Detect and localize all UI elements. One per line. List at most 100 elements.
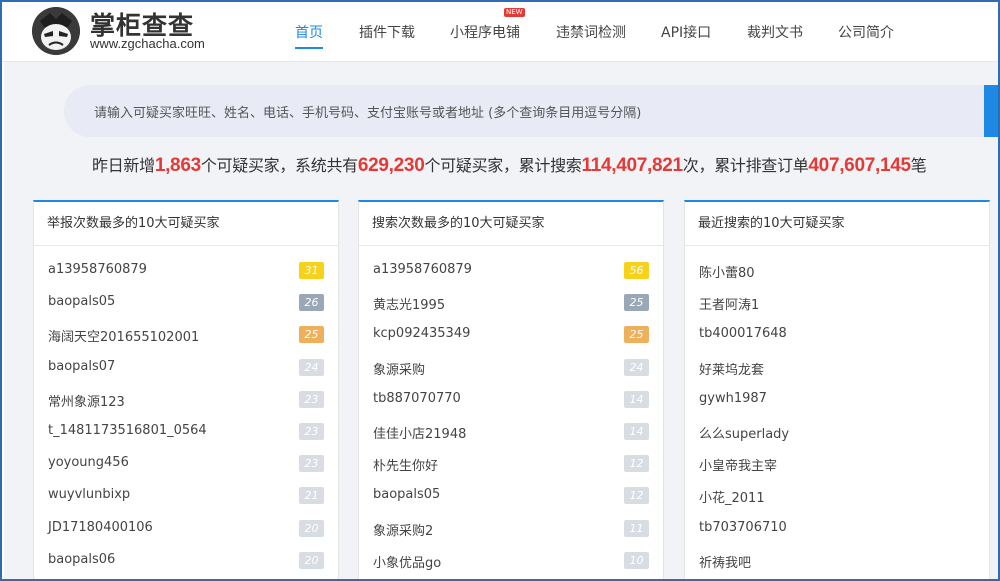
stats-total-searches: 114,407,821 <box>581 155 683 176</box>
list-item[interactable]: 象源采购2 11 <box>373 518 649 539</box>
nav-item-mini-program-shop[interactable]: 小程序电铺 NEW <box>450 8 525 42</box>
list-item[interactable]: gywh1987 <box>699 389 975 409</box>
buyer-name[interactable]: 海阔天空201655102001 <box>48 326 199 345</box>
panel-title: 举报次数最多的10大可疑买家 <box>34 202 338 246</box>
buyer-name[interactable]: baopals05 <box>373 487 440 502</box>
nav-item-home[interactable]: 首页 <box>295 22 323 49</box>
nav-item-banned-words[interactable]: 违禁词检测 <box>556 22 626 42</box>
brand-url: www.zgchacha.com <box>90 36 205 51</box>
count-badge: 12 <box>624 487 649 505</box>
buyer-name[interactable]: 象源采购 <box>373 359 425 378</box>
nav-item-label: API接口 <box>661 25 712 41</box>
buyer-name[interactable]: 黄志光1995 <box>373 294 445 313</box>
nav-item-plugin-download[interactable]: 插件下载 <box>359 22 415 42</box>
buyer-name[interactable]: 佳佳小店21948 <box>373 423 466 442</box>
list-item[interactable]: 么么superlady <box>699 421 975 442</box>
list-item[interactable]: 小花_2011 <box>699 485 975 506</box>
list-item[interactable]: baopals05 12 <box>373 485 649 505</box>
list-item[interactable]: yoyoung456 23 <box>48 453 324 473</box>
count-badge: 14 <box>624 423 649 440</box>
count-badge: 12 <box>624 455 649 473</box>
buyer-name[interactable]: 祈祷我吧 <box>699 552 751 571</box>
stats-summary: 昨日新增1,863个可疑买家，系统共有629,230个可疑买家，累计搜索114,… <box>92 152 927 177</box>
stats-text: 个可疑买家，系统共有 <box>200 156 358 175</box>
panel-title: 搜索次数最多的10大可疑买家 <box>359 202 663 246</box>
buyer-name[interactable]: 小皇帝我主宰 <box>699 455 777 474</box>
buyer-name[interactable]: t_1481173516801_0564 <box>48 423 207 438</box>
buyer-name[interactable]: tb703706710 <box>699 520 787 535</box>
list-item[interactable]: tb703706710 <box>699 518 975 538</box>
buyer-name[interactable]: wuyvlunbixp <box>48 487 130 502</box>
list-item[interactable]: 常州象源123 23 <box>48 389 324 410</box>
list-item[interactable]: 象源采购 24 <box>373 357 649 378</box>
list-item[interactable]: 王者阿涛1 <box>699 292 975 313</box>
count-badge: 21 <box>299 487 324 505</box>
count-badge: 23 <box>299 455 324 473</box>
stats-total-orders: 407,607,145 <box>808 155 911 176</box>
list-item[interactable]: baopals05 26 <box>48 292 324 312</box>
buyer-name[interactable]: tb400017648 <box>699 326 787 341</box>
buyer-name[interactable]: 小象优品go <box>373 552 441 571</box>
list-item[interactable]: JD17180400106 20 <box>48 518 324 538</box>
list-item[interactable]: baopals07 24 <box>48 357 324 377</box>
buyer-name[interactable]: baopals05 <box>48 294 115 309</box>
count-badge: 24 <box>624 358 649 376</box>
panel-title: 最近搜索的10大可疑买家 <box>685 202 989 246</box>
buyer-name[interactable]: yoyoung456 <box>48 455 129 470</box>
list-item[interactable]: 佳佳小店21948 14 <box>373 421 649 442</box>
list-item[interactable]: a13958760879 56 <box>373 260 649 280</box>
buyer-name[interactable]: 朴先生你好 <box>373 455 438 474</box>
stats-text: 个可疑买家，累计搜索 <box>424 156 582 175</box>
buyer-name[interactable]: a13958760879 <box>48 262 147 277</box>
nav-item-api[interactable]: API接口 <box>661 22 711 42</box>
list-item[interactable]: t_1481173516801_0564 23 <box>48 421 324 441</box>
buyer-name[interactable]: gywh1987 <box>699 391 767 406</box>
buyer-name[interactable]: 陈小蕾80 <box>699 262 755 281</box>
list-item[interactable]: 陈小蕾80 <box>699 260 975 281</box>
list-item[interactable]: 黄志光1995 25 <box>373 292 649 313</box>
buyer-name[interactable]: baopals06 <box>48 552 115 567</box>
count-badge: 31 <box>299 262 324 279</box>
buyer-name[interactable]: kcp092435349 <box>373 326 470 341</box>
list-item[interactable]: 海阔天空201655102001 25 <box>48 324 324 345</box>
nav-item-label: 小程序电铺 <box>450 25 520 41</box>
count-badge: 20 <box>299 519 324 537</box>
buyer-name[interactable]: baopals07 <box>48 359 115 374</box>
nav-item-company-intro[interactable]: 公司简介 <box>838 22 894 42</box>
count-badge: 25 <box>624 294 649 312</box>
count-badge: 24 <box>299 358 324 376</box>
list-item[interactable]: a13958760879 31 <box>48 260 324 280</box>
buyer-name[interactable]: 么么superlady <box>699 423 789 442</box>
buyer-name[interactable]: a13958760879 <box>373 262 472 277</box>
stats-text: 笔 <box>910 156 927 175</box>
list-item[interactable]: tb400017648 <box>699 324 975 344</box>
nav-active-indicator <box>295 47 323 49</box>
list-item[interactable]: 朴先生你好 12 <box>373 453 649 474</box>
buyer-name[interactable]: 常州象源123 <box>48 391 125 410</box>
mascot-face-icon[interactable] <box>32 7 80 55</box>
search-input[interactable]: 请输入可疑买家旺旺、姓名、电话、手机号码、支付宝账号或者地址 (多个查询条目用逗… <box>64 85 998 137</box>
buyer-name[interactable]: 好莱坞龙套 <box>699 359 764 378</box>
list-item[interactable]: wuyvlunbixp 21 <box>48 485 324 505</box>
nav-item-label: 裁判文书 <box>747 25 803 41</box>
stats-text: 昨日新增 <box>92 156 155 175</box>
list-item[interactable]: 祈祷我吧 <box>699 550 975 571</box>
list-item[interactable]: 小皇帝我主宰 <box>699 453 975 474</box>
list-item[interactable]: tb887070770 14 <box>373 389 649 409</box>
buyer-name[interactable]: tb887070770 <box>373 391 461 406</box>
count-badge: 26 <box>299 294 324 312</box>
count-badge: 20 <box>299 551 324 569</box>
buyer-name[interactable]: JD17180400106 <box>48 520 153 535</box>
buyer-name[interactable]: 王者阿涛1 <box>699 294 759 313</box>
search-button[interactable] <box>984 85 998 137</box>
nav-item-label: 违禁词检测 <box>556 25 626 41</box>
list-item[interactable]: kcp092435349 25 <box>373 324 649 344</box>
list-item[interactable]: 小象优品go 10 <box>373 550 649 571</box>
buyer-name[interactable]: 象源采购2 <box>373 520 433 539</box>
buyer-name[interactable]: 小花_2011 <box>699 487 765 506</box>
list-item[interactable]: baopals06 20 <box>48 550 324 570</box>
search-placeholder: 请输入可疑买家旺旺、姓名、电话、手机号码、支付宝账号或者地址 (多个查询条目用逗… <box>94 106 642 121</box>
stats-text: 次，累计排查订单 <box>682 156 809 175</box>
list-item[interactable]: 好莱坞龙套 <box>699 357 975 378</box>
nav-item-judgments[interactable]: 裁判文书 <box>747 22 803 42</box>
